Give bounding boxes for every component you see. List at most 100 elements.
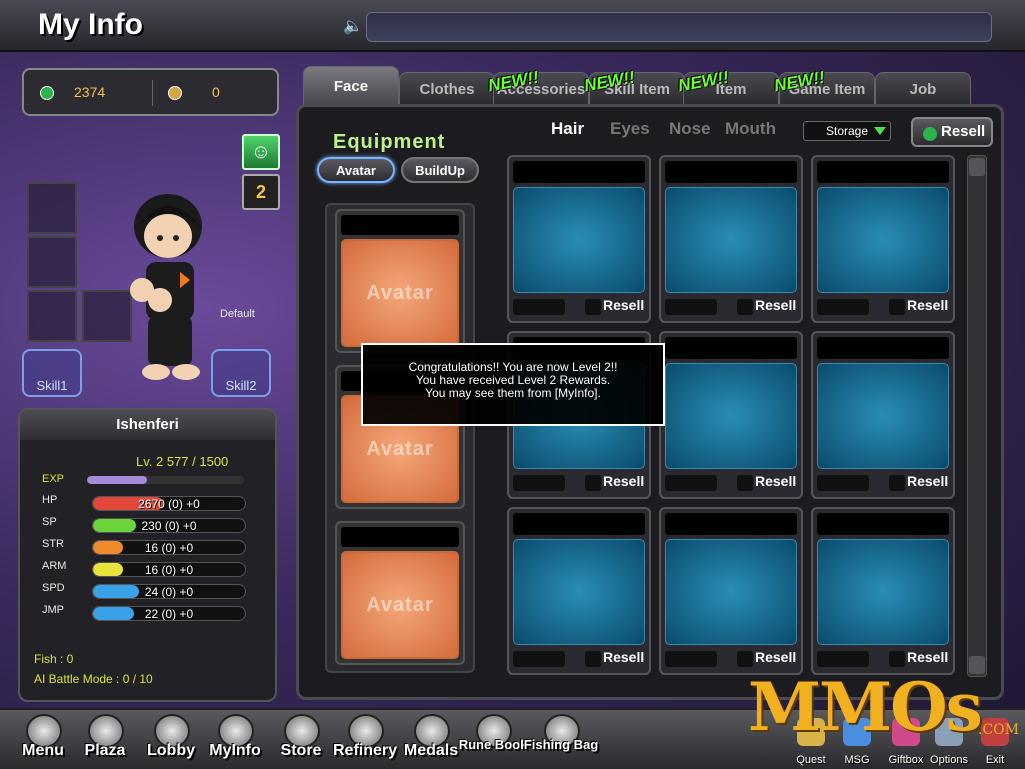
equipped-gloves-image: Avatar <box>341 551 459 659</box>
stat-bar-arm: 16 (0) +0 <box>92 562 246 577</box>
nav-lobby-button[interactable]: Lobby <box>142 714 200 769</box>
watermark-logo: MMOs <box>748 668 983 746</box>
equipped-gloves-card[interactable]: Avatar <box>335 521 465 665</box>
stat-label-hp: HP <box>42 494 58 506</box>
subcat-hair[interactable]: Hair <box>551 119 584 139</box>
item-slot[interactable]: Resell <box>659 155 803 323</box>
category-tabs: Face Clothes Accessories NEW!! Skill Item NEW… <box>301 66 975 106</box>
resell-button[interactable]: Resell <box>911 117 993 147</box>
buildup-toggle-button[interactable]: BuildUp <box>401 157 479 183</box>
item-resell-button[interactable]: Resell <box>755 649 796 665</box>
storage-select[interactable]: Storage <box>803 121 891 141</box>
stat-value: 16 (0) +0 <box>144 563 194 577</box>
item-image <box>817 539 949 645</box>
stat-bar-sp: 230 (0) +0 <box>92 518 246 533</box>
page-title: My Info <box>38 8 143 41</box>
item-slot[interactable]: Resell <box>811 155 955 323</box>
subcat-mouth[interactable]: Mouth <box>725 119 776 139</box>
tab-face[interactable]: Face <box>303 66 399 106</box>
nav-refinery-button[interactable]: Refinery <box>333 714 397 769</box>
equipped-shirt-image: Avatar <box>341 239 459 347</box>
item-slot[interactable]: Resell <box>811 331 955 499</box>
nav-myinfo-button[interactable]: MyInfo <box>206 714 264 769</box>
mini-nav-label: MSG <box>844 754 870 766</box>
nav-plaza-button[interactable]: Plaza <box>76 714 134 769</box>
equipped-list: Avatar Avatar Avatar <box>325 203 475 673</box>
guild-icon[interactable]: ☺ <box>242 134 280 170</box>
tab-label: Job <box>909 81 937 98</box>
rank-badge-icon[interactable]: 2 <box>242 174 280 210</box>
speaker-icon[interactable]: 🔈 <box>343 16 363 36</box>
nav-store-button[interactable]: Store <box>272 714 330 769</box>
avatar-toggle-button[interactable]: Avatar <box>317 157 395 183</box>
nav-fishing-bag-button[interactable]: Fishing Bag <box>524 714 598 769</box>
item-resell-button[interactable]: Resell <box>907 297 948 313</box>
stat-value: 24 (0) +0 <box>144 585 194 599</box>
item-image <box>513 187 645 293</box>
coin-icon <box>923 127 937 141</box>
item-resell-button[interactable]: Resell <box>755 297 796 313</box>
level-up-popup[interactable]: Congratulations!! You are now Level 2!! … <box>361 343 665 426</box>
item-image <box>513 539 645 645</box>
equipped-shirt-card[interactable]: Avatar <box>335 209 465 353</box>
tab-item[interactable]: Item NEW!! <box>677 68 779 106</box>
skill1-slot[interactable]: Skill1 <box>22 349 82 397</box>
nav-label: Rune Book <box>458 737 528 752</box>
mini-nav-label: Exit <box>985 754 1005 766</box>
subcat-eyes[interactable]: Eyes <box>610 119 650 139</box>
accessory-slot[interactable] <box>27 290 77 342</box>
tab-job[interactable]: Job <box>875 72 971 106</box>
tab-label: Face <box>333 78 369 95</box>
tab-game-item[interactable]: Game Item NEW!! <box>773 68 875 106</box>
nav-rune-book-button[interactable]: Rune Book <box>459 714 527 769</box>
gold-value: 2374 <box>74 84 106 100</box>
dropdown-arrow-icon <box>874 127 886 135</box>
accessory-slot[interactable] <box>27 182 77 234</box>
stat-bar-str: 16 (0) +0 <box>92 540 246 555</box>
stat-label-str: STR <box>42 538 64 550</box>
item-slot[interactable]: Resell <box>811 507 955 675</box>
stat-label-arm: ARM <box>42 560 67 572</box>
default-label: Default <box>220 308 255 320</box>
item-resell-button[interactable]: Resell <box>603 473 644 489</box>
exp-label: EXP <box>42 473 65 485</box>
scrollbar[interactable] <box>967 155 987 677</box>
currency-divider <box>152 80 153 106</box>
nav-label: Fishing Bag <box>523 737 599 752</box>
item-image <box>665 539 797 645</box>
stat-value: 230 (0) +0 <box>141 519 197 533</box>
cash-value: 0 <box>212 84 220 100</box>
item-resell-button[interactable]: Resell <box>755 473 796 489</box>
cash-coin-icon <box>168 86 182 100</box>
scroll-up-icon[interactable] <box>969 158 985 176</box>
stat-value: 2670 (0) +0 <box>138 497 200 511</box>
nav-menu-button[interactable]: Menu <box>14 714 72 769</box>
tab-label: Clothes <box>419 81 475 98</box>
stat-bar-spd: 24 (0) +0 <box>92 584 246 599</box>
item-slot[interactable]: Resell <box>507 155 651 323</box>
skill2-slot[interactable]: Skill2 <box>211 349 271 397</box>
stat-bar-hp: 2670 (0) +0 <box>92 496 246 511</box>
item-slot[interactable]: Resell <box>659 331 803 499</box>
item-resell-button[interactable]: Resell <box>907 649 948 665</box>
accessory-slot[interactable] <box>27 236 77 288</box>
subcat-nose[interactable]: Nose <box>669 119 711 139</box>
item-image <box>665 187 797 293</box>
exp-bar-fill <box>87 476 147 484</box>
tab-skill-item[interactable]: Skill Item NEW!! <box>583 68 685 106</box>
item-image <box>817 187 949 293</box>
notice-bar <box>366 12 992 42</box>
popup-line3: You may see them from [MyInfo]. <box>425 386 601 400</box>
stat-label-spd: SPD <box>42 582 65 594</box>
tab-clothes[interactable]: Clothes <box>399 72 495 106</box>
item-resell-button[interactable]: Resell <box>907 473 948 489</box>
item-slot[interactable]: Resell <box>507 507 651 675</box>
stat-value: 16 (0) +0 <box>144 541 194 555</box>
nav-medals-button[interactable]: Medals <box>402 714 460 769</box>
item-resell-button[interactable]: Resell <box>603 649 644 665</box>
exp-bar <box>87 476 244 484</box>
tab-accessories[interactable]: Accessories NEW!! <box>487 68 589 106</box>
item-slot[interactable]: Resell <box>659 507 803 675</box>
item-resell-button[interactable]: Resell <box>603 297 644 313</box>
stats-panel: Ishenferi Lv. 2 577 / 1500 EXP Fish : 0 … <box>18 408 277 702</box>
